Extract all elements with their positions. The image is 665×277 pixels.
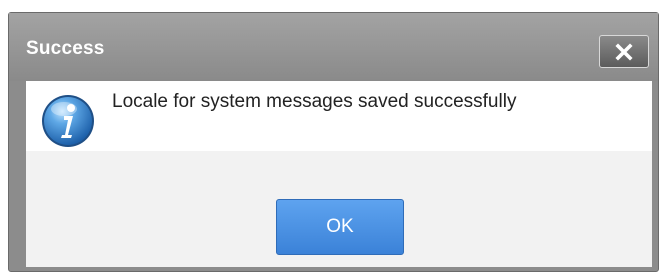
close-button[interactable] [599, 35, 649, 68]
info-icon [42, 95, 94, 147]
dialog-title: Success [26, 38, 105, 59]
success-dialog: Success Locale for system messages saved… [8, 12, 659, 272]
dialog-content: Locale for system messages saved success… [26, 81, 652, 151]
dialog-message: Locale for system messages saved success… [112, 91, 517, 112]
dialog-footer: OK [26, 151, 652, 267]
dialog-titlebar[interactable]: Success [9, 13, 658, 81]
ok-button[interactable]: OK [276, 199, 404, 255]
close-icon [615, 43, 633, 61]
